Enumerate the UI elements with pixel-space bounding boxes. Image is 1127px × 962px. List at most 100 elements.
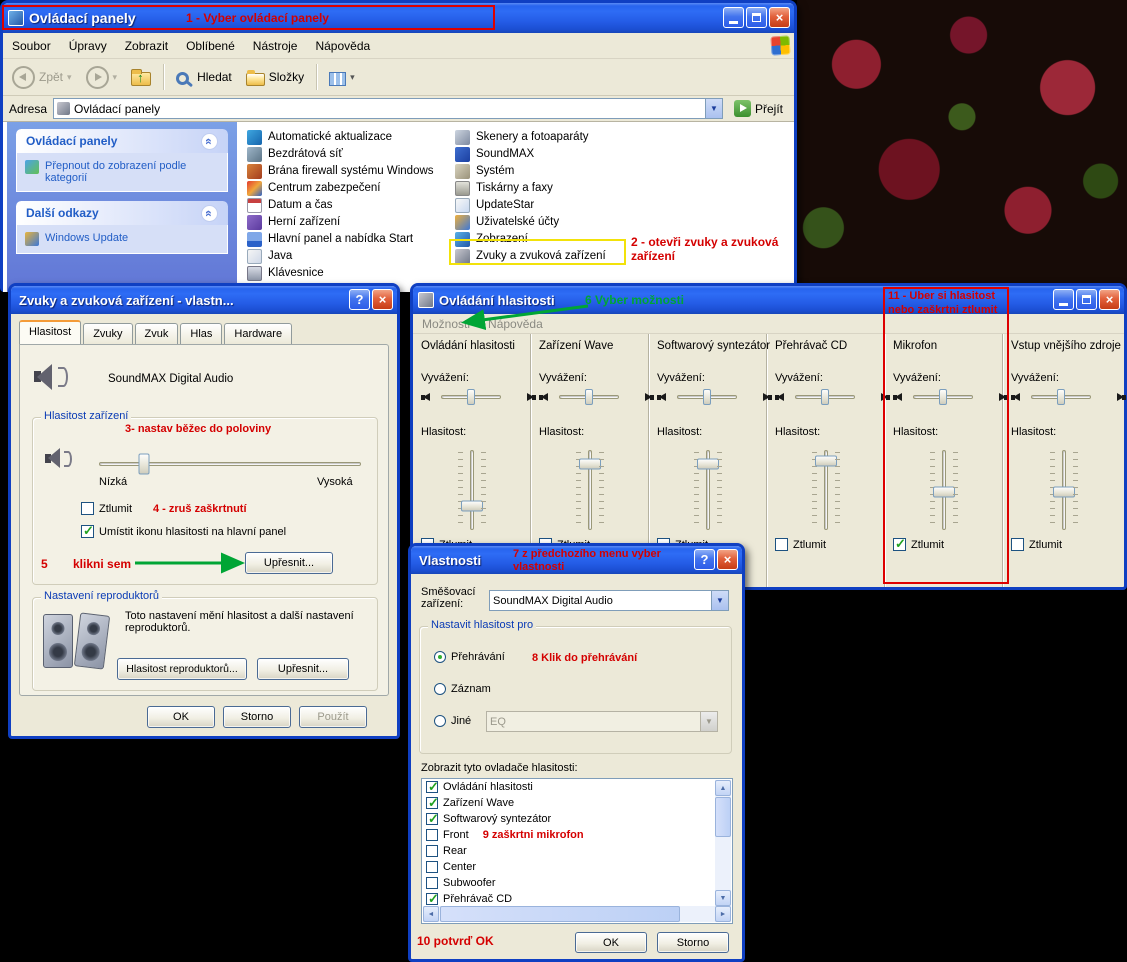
item-checkbox[interactable] xyxy=(426,845,438,857)
speaker-volume-button[interactable]: Hlasitost reproduktorů... xyxy=(117,658,247,680)
item-brana-firewall[interactable]: Brána firewall systému Windows xyxy=(247,164,434,178)
scrollbar-thumb[interactable] xyxy=(715,797,731,837)
scroll-down-button[interactable]: ▼ xyxy=(715,890,731,906)
collapse-chevron-icon[interactable]: « xyxy=(201,133,218,150)
item-uzivatelske-ucty[interactable]: Uživatelské účty xyxy=(455,215,606,229)
device-volume-thumb[interactable] xyxy=(139,454,150,475)
go-button[interactable]: Přejít xyxy=(729,98,788,119)
balance-slider-thumb[interactable] xyxy=(1057,389,1065,405)
balance-slider-thumb[interactable] xyxy=(467,389,475,405)
item-checkbox[interactable] xyxy=(426,877,438,889)
balance-slider[interactable] xyxy=(795,395,855,399)
tab-hardware[interactable]: Hardware xyxy=(224,323,292,344)
balance-slider[interactable] xyxy=(441,395,501,399)
address-input[interactable]: Ovládací panely ▼ xyxy=(53,98,723,119)
list-item-subwoofer[interactable]: Subwoofer xyxy=(422,875,732,891)
link-windows-update[interactable]: Windows Update xyxy=(25,232,219,246)
cancel-button[interactable]: Storno xyxy=(223,706,291,728)
item-bezdratova-sit[interactable]: Bezdrátová síť xyxy=(247,147,434,161)
balance-slider[interactable] xyxy=(913,395,973,399)
item-checkbox[interactable] xyxy=(426,829,438,841)
item-checkbox[interactable] xyxy=(426,861,438,873)
list-item-wave[interactable]: Zařízení Wave xyxy=(422,795,732,811)
up-button[interactable] xyxy=(126,66,156,88)
close-button[interactable]: × xyxy=(1099,289,1120,310)
balance-slider[interactable] xyxy=(559,395,619,399)
item-klavesnice[interactable]: Klávesnice xyxy=(247,266,434,280)
tab-hlas[interactable]: Hlas xyxy=(180,323,222,344)
item-herni-zarizeni[interactable]: Herní zařízení xyxy=(247,215,434,229)
balance-slider[interactable] xyxy=(677,395,737,399)
minimize-button[interactable] xyxy=(1053,289,1074,310)
apply-button[interactable]: Použít xyxy=(299,706,367,728)
list-item-front[interactable]: Front9 zaškrtni mikrofon xyxy=(422,827,732,843)
search-button[interactable]: Hledat xyxy=(171,68,237,87)
device-volume-slider[interactable] xyxy=(99,462,361,466)
list-item-center[interactable]: Center xyxy=(422,859,732,875)
mute-checkbox[interactable] xyxy=(1011,538,1024,551)
task-panel-header[interactable]: Další odkazy « xyxy=(16,201,228,225)
item-automaticke-aktualizace[interactable]: Automatické aktualizace xyxy=(247,130,434,144)
mute-checkbox[interactable] xyxy=(893,538,906,551)
list-item-master[interactable]: Ovládání hlasitosti xyxy=(422,779,732,795)
maximize-button[interactable] xyxy=(746,7,767,28)
item-system[interactable]: Systém xyxy=(455,164,606,178)
mixer-device-select[interactable]: SoundMAX Digital Audio ▼ xyxy=(489,590,729,611)
item-hlavni-panel[interactable]: Hlavní panel a nabídka Start xyxy=(247,232,434,246)
forward-button[interactable]: ▾ xyxy=(81,64,123,91)
volume-slider-thumb[interactable] xyxy=(697,459,719,470)
mute-checkbox[interactable] xyxy=(81,502,94,515)
volume-slider[interactable] xyxy=(927,450,961,530)
mute-checkbox[interactable] xyxy=(775,538,788,551)
properties-titlebar[interactable]: Vlastnosti 7 z předchozího menu vyber vl… xyxy=(411,546,742,574)
item-updatestar[interactable]: UpdateStar xyxy=(455,198,606,212)
close-button[interactable]: × xyxy=(769,7,790,28)
tray-icon-checkbox[interactable] xyxy=(81,525,94,538)
link-switch-category-view[interactable]: Přepnout do zobrazení podle kategorií xyxy=(25,160,219,184)
item-centrum-zabezpeceni[interactable]: Centrum zabezpečení xyxy=(247,181,434,195)
task-panel-header[interactable]: Ovládací panely « xyxy=(16,129,228,153)
balance-slider-thumb[interactable] xyxy=(585,389,593,405)
folders-button[interactable]: Složky xyxy=(241,67,309,88)
scroll-left-button[interactable]: ◄ xyxy=(423,906,439,922)
tab-zvuky[interactable]: Zvuky xyxy=(83,323,132,344)
address-dropdown-button[interactable]: ▼ xyxy=(705,99,722,118)
volume-slider-thumb[interactable] xyxy=(1053,486,1075,497)
collapse-chevron-icon[interactable]: « xyxy=(201,205,218,222)
scroll-up-button[interactable]: ▲ xyxy=(715,780,731,796)
cancel-button[interactable]: Storno xyxy=(657,932,729,953)
menu-zobrazit[interactable]: Zobrazit xyxy=(116,39,177,53)
maximize-button[interactable] xyxy=(1076,289,1097,310)
playback-radio[interactable] xyxy=(434,651,446,663)
menu-nastroje[interactable]: Nástroje xyxy=(244,39,307,53)
views-button[interactable]: ▾ xyxy=(324,67,360,88)
list-item-cd[interactable]: Přehrávač CD xyxy=(422,891,732,907)
ok-button[interactable]: OK xyxy=(575,932,647,953)
item-checkbox[interactable] xyxy=(426,813,438,825)
menu-soubor[interactable]: Soubor xyxy=(3,39,60,53)
cp-titlebar[interactable]: Ovládací panely 1 - Vyber ovládací panel… xyxy=(3,3,794,33)
minimize-button[interactable] xyxy=(723,7,744,28)
balance-slider-thumb[interactable] xyxy=(703,389,711,405)
tab-hlasitost[interactable]: Hlasitost xyxy=(19,320,81,344)
volume-slider[interactable] xyxy=(691,450,725,530)
volume-slider[interactable] xyxy=(1047,450,1081,530)
close-button[interactable]: × xyxy=(717,549,738,570)
mixer-dropdown-button[interactable]: ▼ xyxy=(711,591,728,610)
volume-slider-thumb[interactable] xyxy=(461,501,483,512)
item-tiskarny[interactable]: Tiskárny a faxy xyxy=(455,181,606,195)
list-item-synth[interactable]: Softwarový syntezátor xyxy=(422,811,732,827)
volume-slider[interactable] xyxy=(809,450,843,530)
menu-upravy[interactable]: Úpravy xyxy=(60,39,116,53)
speaker-advanced-button[interactable]: Upřesnit... xyxy=(257,658,349,680)
scrollbar-thumb[interactable] xyxy=(440,906,680,922)
close-button[interactable]: × xyxy=(372,289,393,310)
item-checkbox[interactable] xyxy=(426,797,438,809)
help-button[interactable]: ? xyxy=(349,289,370,310)
volume-slider-thumb[interactable] xyxy=(815,456,837,467)
menu-napoveda[interactable]: Nápověda xyxy=(306,39,379,53)
item-datum-a-cas[interactable]: Datum a čas xyxy=(247,198,434,212)
scroll-right-button[interactable]: ► xyxy=(715,906,731,922)
ok-button[interactable]: OK xyxy=(147,706,215,728)
back-button[interactable]: Zpět ▾ xyxy=(7,64,77,91)
